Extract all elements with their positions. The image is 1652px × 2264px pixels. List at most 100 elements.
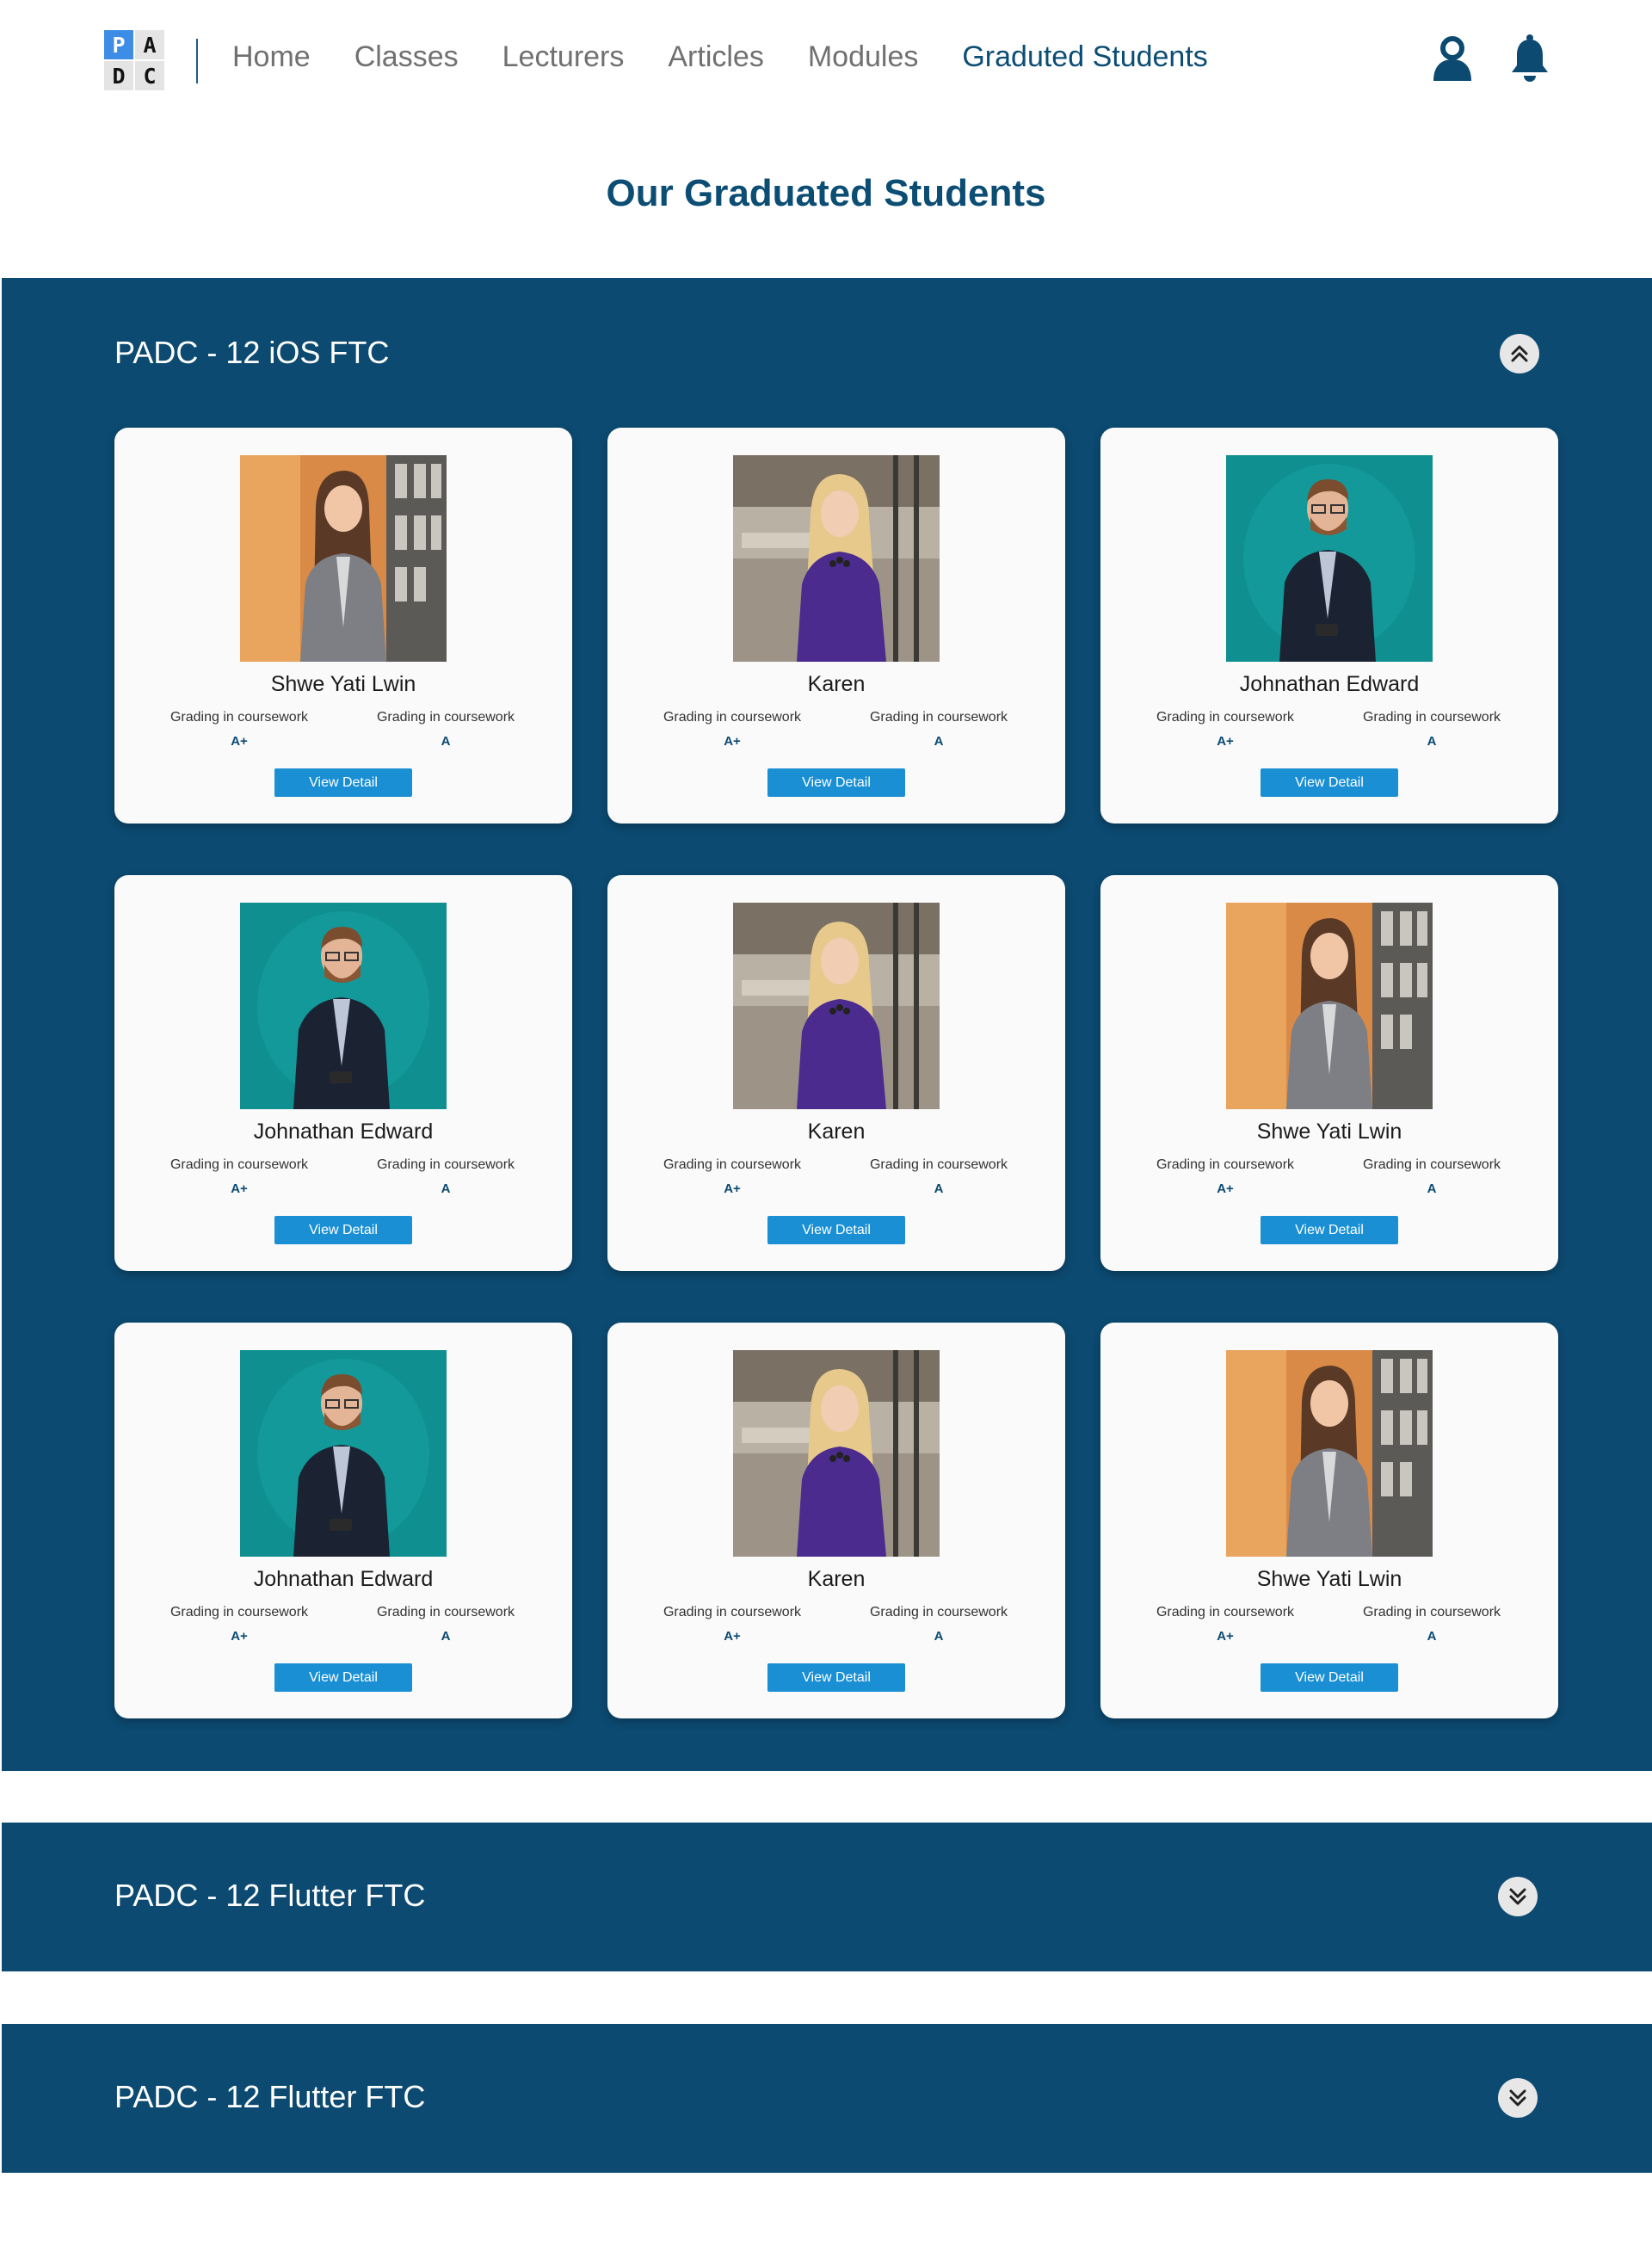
grade-value: A xyxy=(1427,1629,1437,1644)
student-name: Karen xyxy=(807,1567,866,1591)
student-photo xyxy=(240,1350,447,1557)
nav-home[interactable]: Home xyxy=(232,40,311,74)
grade-block: Grading in coursework A+ xyxy=(1139,710,1311,749)
view-detail-button[interactable]: View Detail xyxy=(274,768,412,797)
grade-block: Grading in coursework A+ xyxy=(1139,1157,1311,1196)
nav-graduated-students[interactable]: Graduted Students xyxy=(962,40,1207,74)
student-card: Karen Grading in coursework A+ Grading in c… xyxy=(607,875,1065,1271)
student-card: Shwe Yati Lwin Grading in coursework A+ Gra… xyxy=(114,428,572,824)
student-card: Karen Grading in coursework A+ Grading in c… xyxy=(607,1323,1065,1718)
grade-block: Grading in coursework A xyxy=(1346,710,1518,749)
grade-block: Grading in coursework A+ xyxy=(646,1605,818,1644)
student-card: Johnathan Edward Grading in coursework A+ G… xyxy=(1100,428,1558,824)
grade-block: Grading in coursework A+ xyxy=(1139,1605,1311,1644)
bell-icon[interactable] xyxy=(1506,33,1554,84)
view-detail-button[interactable]: View Detail xyxy=(767,1216,905,1244)
student-name: Shwe Yati Lwin xyxy=(1256,1567,1402,1591)
grade-value: A+ xyxy=(231,1181,248,1196)
student-name: Johnathan Edward xyxy=(253,1120,434,1144)
expand-toggle[interactable] xyxy=(1498,1877,1538,1916)
chevron-double-down-icon xyxy=(1509,1888,1526,1905)
grade-label: Grading in coursework xyxy=(1156,1157,1295,1172)
grade-block: Grading in coursework A xyxy=(360,710,532,749)
user-icon[interactable] xyxy=(1428,33,1476,84)
grade-label: Grading in coursework xyxy=(1362,710,1501,725)
student-card: Shwe Yati Lwin Grading in coursework A+ Gra… xyxy=(1100,1323,1558,1718)
student-card: Karen Grading in coursework A+ Grading in c… xyxy=(607,428,1065,824)
grade-value: A+ xyxy=(724,1181,741,1196)
grade-label: Grading in coursework xyxy=(170,1157,309,1172)
class-section-flutter: PADC - 12 Flutter FTC xyxy=(2,2024,1652,2173)
grade-value: A+ xyxy=(724,734,741,749)
grade-value: A xyxy=(1427,1181,1437,1196)
grade-block: Grading in coursework A+ xyxy=(153,1605,325,1644)
student-photo xyxy=(733,455,940,662)
student-photo xyxy=(240,903,447,1109)
grade-label: Grading in coursework xyxy=(1156,1605,1295,1619)
grade-value: A xyxy=(934,1629,944,1644)
student-photo xyxy=(1226,1350,1433,1557)
view-detail-button[interactable]: View Detail xyxy=(1261,768,1398,797)
student-photo xyxy=(733,1350,940,1557)
grade-label: Grading in coursework xyxy=(376,710,515,725)
grade-label: Grading in coursework xyxy=(869,1605,1008,1619)
section-title: PADC - 12 Flutter FTC xyxy=(114,2079,426,2114)
grade-block: Grading in coursework A xyxy=(360,1605,532,1644)
logo-letter: P xyxy=(104,30,133,59)
nav-links: Home Classes Lecturers Articles Modules … xyxy=(232,40,1208,74)
student-photo xyxy=(1226,903,1433,1109)
grade-value: A xyxy=(1427,734,1437,749)
grade-label: Grading in coursework xyxy=(1362,1605,1501,1619)
padc-logo[interactable]: P A D C xyxy=(104,30,164,90)
grade-value: A+ xyxy=(1217,1181,1234,1196)
view-detail-button[interactable]: View Detail xyxy=(274,1216,412,1244)
student-photo xyxy=(240,455,447,662)
grade-value: A xyxy=(934,734,944,749)
nav-lecturers[interactable]: Lecturers xyxy=(502,40,625,74)
student-card: Johnathan Edward Grading in coursework A+ G… xyxy=(114,875,572,1271)
grade-block: Grading in coursework A xyxy=(1346,1157,1518,1196)
grade-label: Grading in coursework xyxy=(1156,710,1295,725)
grade-block: Grading in coursework A+ xyxy=(153,710,325,749)
view-detail-button[interactable]: View Detail xyxy=(1261,1663,1398,1692)
student-card: Shwe Yati Lwin Grading in coursework A+ Gra… xyxy=(1100,875,1558,1271)
chevron-double-down-icon xyxy=(1509,2089,1526,2107)
nav-classes[interactable]: Classes xyxy=(354,40,459,74)
student-name: Johnathan Edward xyxy=(1239,672,1420,696)
student-name: Shwe Yati Lwin xyxy=(270,672,416,696)
nav-articles[interactable]: Articles xyxy=(668,40,763,74)
view-detail-button[interactable]: View Detail xyxy=(1261,1216,1398,1244)
grade-block: Grading in coursework A xyxy=(853,1157,1025,1196)
grade-label: Grading in coursework xyxy=(376,1605,515,1619)
student-name: Karen xyxy=(807,672,866,696)
nav-divider xyxy=(196,39,198,83)
student-photo xyxy=(1226,455,1433,662)
grade-block: Grading in coursework A+ xyxy=(646,710,818,749)
grade-value: A xyxy=(441,1181,451,1196)
grade-label: Grading in coursework xyxy=(869,710,1008,725)
student-grid: Shwe Yati Lwin Grading in coursework A+ Gra… xyxy=(114,428,1560,1718)
grade-block: Grading in coursework A xyxy=(853,710,1025,749)
expand-toggle[interactable] xyxy=(1498,2078,1538,2118)
student-name: Shwe Yati Lwin xyxy=(1256,1120,1402,1144)
grade-block: Grading in coursework A+ xyxy=(646,1157,818,1196)
grade-value: A+ xyxy=(231,1629,248,1644)
grade-value: A+ xyxy=(1217,1629,1234,1644)
section-title: PADC - 12 Flutter FTC xyxy=(114,1878,426,1913)
view-detail-button[interactable]: View Detail xyxy=(767,1663,905,1692)
chevron-double-up-icon xyxy=(1511,345,1528,362)
page-title: Our Graduated Students xyxy=(606,172,1046,214)
student-name: Karen xyxy=(807,1120,866,1144)
logo-letter: A xyxy=(135,30,164,59)
nav-modules[interactable]: Modules xyxy=(808,40,919,74)
grade-value: A+ xyxy=(724,1629,741,1644)
student-name: Johnathan Edward xyxy=(253,1567,434,1591)
grade-label: Grading in coursework xyxy=(170,1605,309,1619)
grade-block: Grading in coursework A xyxy=(853,1605,1025,1644)
grade-label: Grading in coursework xyxy=(663,1157,802,1172)
grade-value: A+ xyxy=(1217,734,1234,749)
collapse-toggle[interactable] xyxy=(1500,334,1539,373)
grade-label: Grading in coursework xyxy=(869,1157,1008,1172)
view-detail-button[interactable]: View Detail xyxy=(274,1663,412,1692)
view-detail-button[interactable]: View Detail xyxy=(767,768,905,797)
